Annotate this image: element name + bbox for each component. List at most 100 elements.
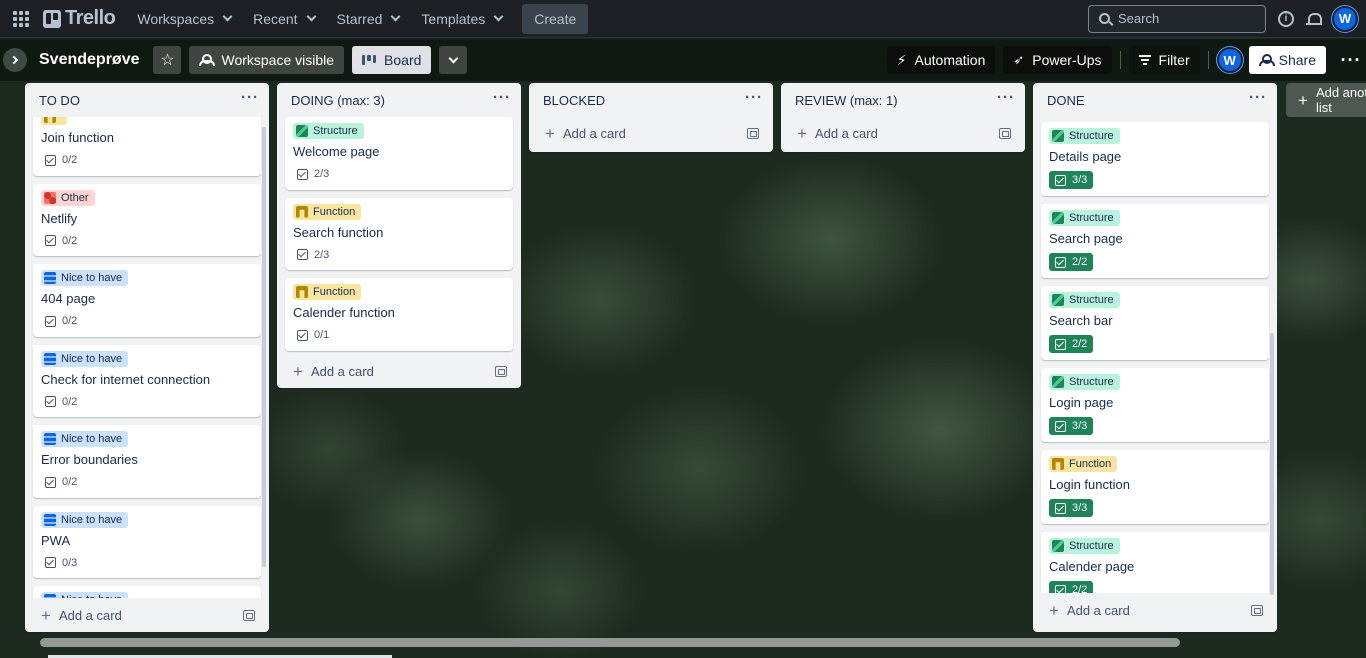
card-label-other: Other [41,189,95,206]
horizontal-scrollbar-thumb[interactable] [40,638,1180,647]
nice-label-icon [44,513,56,526]
checklist-icon [297,249,308,260]
list-title[interactable]: DONE [1047,92,1085,108]
list-actions-icon[interactable]: ··· [1249,89,1267,106]
card[interactable]: Function Login function 3/3 [1041,450,1269,524]
checklist-icon [45,476,56,488]
notifications-bell-icon[interactable] [1306,12,1322,26]
chevron-down-icon [493,11,504,22]
nice-label-icon [44,352,56,365]
list-review-max-1: REVIEW (max: 1) ··· + Add a card [781,83,1025,152]
information-icon[interactable]: i [1278,10,1294,27]
card-title: Login page [1049,395,1114,410]
function-label-icon [44,117,56,123]
views-dropdown-button[interactable] [439,46,468,74]
card-label-text: Structure [1069,376,1114,388]
card-label-text: Nice to have [61,513,123,526]
card[interactable]: Nice to have [33,586,261,598]
power-ups-button[interactable]: ➶ Power-Ups [1003,46,1112,74]
nice-label-icon [44,594,56,598]
lightning-bolt-icon: ⚡︎ [896,51,907,68]
card[interactable]: Other Netlify 0/2 [33,183,261,256]
checklist-count: 2/2 [1072,584,1088,593]
list-title[interactable]: TO DO [39,92,80,108]
card-title: Search page [1049,231,1123,246]
list-actions-icon[interactable]: ··· [493,89,511,106]
list-vertical-scrollbar[interactable] [1270,333,1274,595]
card[interactable]: Nice to have Error boundaries 0/2 [33,425,261,498]
card[interactable]: Structure Login page 3/3 [1041,368,1269,442]
star-board-button[interactable]: ☆ [153,46,182,74]
add-card-button[interactable]: + Add a card [545,125,626,142]
filter-button[interactable]: Filter [1128,46,1200,74]
list-header: TO DO ··· [25,83,269,117]
checklist-badge: 0/2 [41,394,81,410]
add-another-list-button[interactable]: + Add another list [1286,83,1366,117]
trello-logo[interactable]: Trello [37,3,121,34]
list-title[interactable]: REVIEW (max: 1) [795,92,898,108]
app-switcher-icon[interactable] [11,9,31,29]
list-footer: + Add a card [277,354,521,388]
plus-icon: + [41,605,51,625]
create-from-template-icon[interactable] [495,365,507,377]
card[interactable]: Join function 0/2 [33,117,261,176]
list-title[interactable]: DOING (max: 3) [291,92,385,108]
board-member-avatar[interactable]: W [1216,47,1243,73]
create-from-template-icon[interactable] [1251,604,1263,616]
starred-menu[interactable]: Starred [327,4,412,34]
recent-menu[interactable]: Recent [243,4,326,34]
create-button[interactable]: Create [522,3,589,34]
checklist-icon [45,396,56,407]
add-card-button[interactable]: + Add a card [1049,602,1130,619]
board-horizontal-scrollbar[interactable] [40,638,1180,647]
search-input[interactable]: Search [1088,4,1266,33]
plus-icon: + [293,361,303,381]
checklist-count: 0/2 [62,154,78,166]
visibility-button[interactable]: Workspace visible [189,46,345,74]
create-from-template-icon[interactable] [999,127,1011,139]
card-title: 404 page [41,291,96,306]
card[interactable]: Nice to have PWA 0/3 [33,505,261,578]
checklist-count: 0/2 [62,234,78,247]
checklist-icon [45,235,56,246]
card[interactable]: Nice to have Check for internet connectio… [33,344,261,417]
board-menu-button[interactable]: ··· [1336,46,1366,74]
list-actions-icon[interactable]: ··· [745,89,763,106]
card[interactable]: Structure Search page 2/2 [1041,204,1269,278]
board-title[interactable]: Svendeprøve [39,51,139,69]
add-card-label: Add a card [1066,602,1130,618]
card-label-text: Structure [1069,294,1114,306]
list-vertical-scrollbar[interactable] [262,127,266,567]
checklist-count: 0/2 [62,395,78,408]
workspaces-menu[interactable]: Workspaces [127,4,243,34]
expand-sidebar-button[interactable] [3,48,27,72]
share-button[interactable]: Share [1248,46,1326,74]
create-from-template-icon[interactable] [243,609,255,621]
templates-menu[interactable]: Templates [411,4,514,34]
card[interactable]: Function Calender function 0/1 [285,278,513,351]
card[interactable]: Nice to have 404 page 0/2 [33,264,261,337]
list-actions-icon[interactable]: ··· [241,89,259,106]
create-from-template-icon[interactable] [747,127,759,139]
card-list: Structure Details page 3/3 Structure Search … [1033,117,1277,593]
account-avatar[interactable]: W [1332,5,1358,32]
plus-icon: + [1049,600,1059,620]
board-view-button[interactable]: Board [352,46,432,74]
card-label-nice-to-have: Nice to have [41,592,129,598]
card[interactable]: Structure Welcome page 2/3 [285,117,513,190]
add-card-button[interactable]: + Add a card [797,125,878,142]
card[interactable]: Function Search function 2/3 [285,197,513,270]
card[interactable]: Structure Details page 3/3 [1041,122,1269,196]
automation-button[interactable]: ⚡︎ Automation [886,46,996,74]
card[interactable]: Structure Calender page 2/2 [1041,532,1269,593]
add-card-button[interactable]: + Add a card [293,363,374,380]
add-card-button[interactable]: + Add a card [41,607,122,624]
trello-logo-icon [43,9,61,28]
list-blocked: BLOCKED ··· + Add a card [529,83,773,152]
list-footer: + Add a card [529,116,773,150]
card[interactable]: Structure Search bar 2/2 [1041,286,1269,360]
list-actions-icon[interactable]: ··· [997,89,1015,106]
list-title[interactable]: BLOCKED [543,92,605,108]
starred-menu-label: Starred [336,10,383,27]
card-label-text: Nice to have [61,352,123,365]
